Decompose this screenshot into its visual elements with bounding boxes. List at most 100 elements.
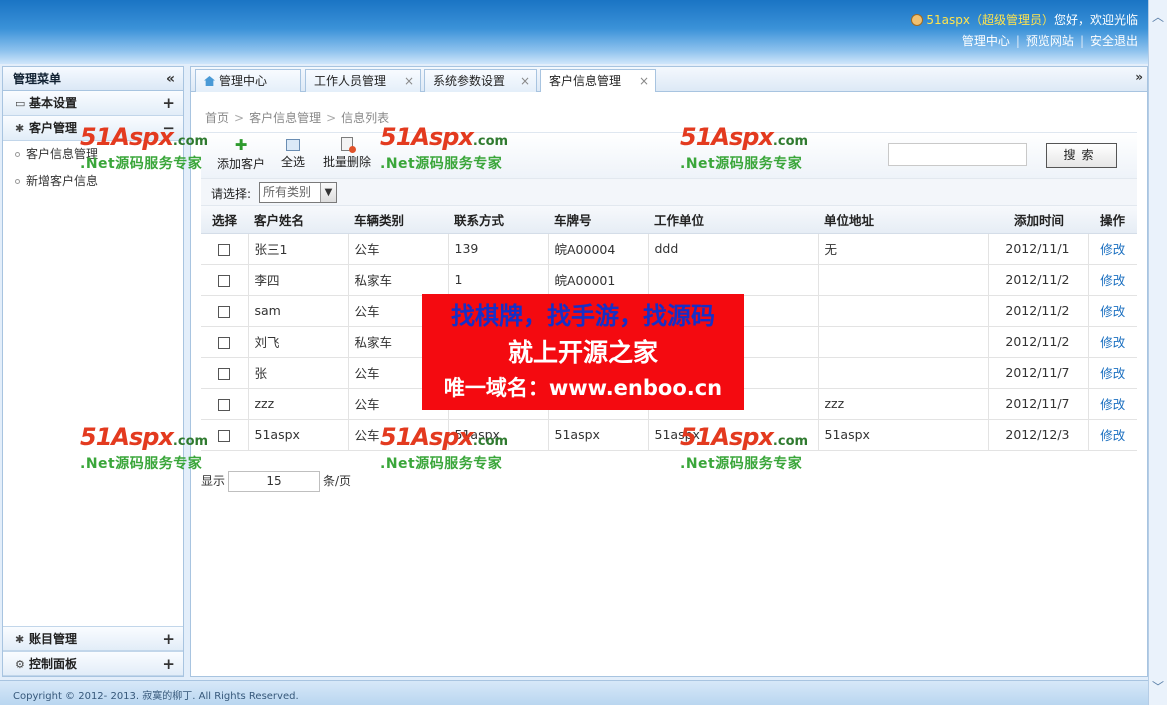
edit-link[interactable]: 修改 <box>1100 397 1125 412</box>
expand-icon[interactable]: + <box>162 652 175 676</box>
promo-line-1: 找棋牌，找手游，找源码 <box>451 302 715 330</box>
add-customer-button[interactable]: ✚ 添加客户 <box>217 137 265 172</box>
cell-address: 51aspx <box>818 419 989 451</box>
gear-icon: ⚙ <box>15 658 25 671</box>
user-role: （超级管理员） <box>969 13 1054 27</box>
sidebar-group-control-panel[interactable]: ⚙ 控制面板 + <box>3 651 183 676</box>
breadcrumb-home[interactable]: 首页 <box>205 111 229 125</box>
col-address: 单位地址 <box>818 206 988 234</box>
sidebar-item-new-customer[interactable]: 新增客户信息 <box>3 168 183 195</box>
copyright-text: Copyright © 2012- 2013. 寂寞的柳丁. All Right… <box>13 691 299 702</box>
cell-vehicle-type: 公车 <box>348 419 449 451</box>
col-select: 选择 <box>201 206 248 234</box>
close-icon[interactable]: × <box>520 70 530 92</box>
category-select[interactable]: 所有类别 ▼ <box>259 182 337 203</box>
scroll-down-icon[interactable]: ﹀ <box>1152 678 1164 695</box>
cell-contact: 139 <box>448 233 549 265</box>
breadcrumb-section[interactable]: 客户信息管理 <box>249 111 321 125</box>
cell-employer <box>648 264 819 296</box>
cell-customer-name: sam <box>248 295 349 327</box>
row-checkbox[interactable] <box>218 243 231 256</box>
cell-customer-name: zzz <box>248 388 349 420</box>
tab-bar: 管理中心 工作人员管理 × 系统参数设置 × 客户信息管理 × » <box>190 66 1148 94</box>
pager: 显示 15 条/页 <box>201 471 351 492</box>
plus-icon: ✚ <box>234 136 248 154</box>
home-icon <box>204 76 215 86</box>
cell-added-time: 2012/11/2 <box>988 326 1089 358</box>
cell-employer: 51aspx <box>648 419 819 451</box>
close-icon[interactable]: × <box>639 70 649 92</box>
admin-center-link[interactable]: 管理中心 <box>962 34 1010 48</box>
edit-link[interactable]: 修改 <box>1100 242 1125 257</box>
cell-added-time: 2012/11/2 <box>988 295 1089 327</box>
search-button[interactable]: 搜索 <box>1046 143 1117 168</box>
row-actions-cell: 修改 <box>1088 295 1137 327</box>
row-select-cell <box>201 326 249 358</box>
page-scrollbar[interactable]: ︿ ﹀ <box>1148 0 1167 705</box>
row-checkbox[interactable] <box>218 367 231 380</box>
tab-customer-info[interactable]: 客户信息管理 × <box>540 69 656 94</box>
row-select-cell <box>201 233 249 265</box>
expand-icon[interactable]: + <box>162 627 175 651</box>
sidebar-title: 管理菜单 « <box>3 67 183 91</box>
page-size-input[interactable]: 15 <box>228 471 321 492</box>
top-header: 51aspx（超级管理员）您好，欢迎光临 管理中心 | 预览网站 | 安全退出 <box>0 0 1148 64</box>
cell-address: zzz <box>818 388 989 420</box>
select-all-icon <box>286 139 300 151</box>
sidebar-item-customer-info[interactable]: 客户信息管理 <box>3 141 183 168</box>
promo-banner: 找棋牌，找手游，找源码 就上开源之家 唯一域名：www.enboo.cn <box>422 294 744 410</box>
edit-link[interactable]: 修改 <box>1100 273 1125 288</box>
tab-admin-center[interactable]: 管理中心 <box>195 69 301 93</box>
row-actions-cell: 修改 <box>1088 326 1137 358</box>
collapse-sidebar-icon[interactable]: « <box>166 67 175 91</box>
sidebar: 管理菜单 « ▭ 基本设置 + ✱ 客户管理 − 客户信息管理 新增客户信息 ✱ 账目… <box>2 66 184 677</box>
promo-line-3: 唯一域名：www.enboo.cn <box>443 376 723 400</box>
cell-contact: 1 <box>448 264 549 296</box>
sidebar-group-customer-management[interactable]: ✱ 客户管理 − <box>3 116 183 141</box>
row-select-cell <box>201 357 249 389</box>
cell-customer-name: 张 <box>248 357 349 389</box>
sidebar-group-accounts[interactable]: ✱ 账目管理 + <box>3 626 183 651</box>
tab-system-params[interactable]: 系统参数设置 × <box>424 69 537 93</box>
row-actions-cell: 修改 <box>1088 419 1137 451</box>
edit-link[interactable]: 修改 <box>1100 304 1125 319</box>
cell-address <box>818 326 989 358</box>
scroll-up-icon[interactable]: ︿ <box>1152 8 1164 25</box>
cell-added-time: 2012/11/7 <box>988 357 1089 389</box>
edit-link[interactable]: 修改 <box>1100 335 1125 350</box>
breadcrumb-current: 信息列表 <box>341 111 390 125</box>
col-plate: 车牌号 <box>548 206 648 234</box>
collapse-icon[interactable]: − <box>162 116 175 140</box>
breadcrumb: 首页 > 客户信息管理 > 信息列表 <box>205 111 390 125</box>
footer: Copyright © 2012- 2013. 寂寞的柳丁. All Right… <box>0 680 1148 705</box>
row-checkbox[interactable] <box>218 398 231 411</box>
row-select-cell <box>201 264 249 296</box>
row-checkbox[interactable] <box>218 305 231 318</box>
cell-contact: 51aspx <box>448 419 549 451</box>
row-checkbox[interactable] <box>218 336 231 349</box>
row-checkbox[interactable] <box>218 429 231 442</box>
expand-icon[interactable]: + <box>162 91 175 115</box>
edit-link[interactable]: 修改 <box>1100 366 1125 381</box>
edit-link[interactable]: 修改 <box>1100 428 1125 443</box>
row-actions-cell: 修改 <box>1088 264 1137 296</box>
filter-label: 请选择: <box>211 187 252 201</box>
filter-bar: 请选择: 所有类别 ▼ <box>201 178 1137 206</box>
preview-site-link[interactable]: 预览网站 <box>1026 34 1074 48</box>
cell-plate: 皖A00001 <box>548 264 649 296</box>
sidebar-group-basic-settings[interactable]: ▭ 基本设置 + <box>3 91 183 116</box>
tab-staff-management[interactable]: 工作人员管理 × <box>305 69 421 93</box>
batch-delete-button[interactable]: 批量删除 <box>323 137 371 170</box>
search-input[interactable] <box>888 143 1027 166</box>
row-checkbox[interactable] <box>218 274 231 287</box>
close-icon[interactable]: × <box>404 70 414 92</box>
tab-list-icon[interactable]: » <box>1135 70 1143 84</box>
user-icon <box>911 14 924 26</box>
table-row: 51aspx 公车 51aspx 51aspx 51aspx 51aspx 2012/12/… <box>201 419 1137 451</box>
col-vehicle-type: 车辆类别 <box>348 206 448 234</box>
cell-address <box>818 357 989 389</box>
cell-added-time: 2012/11/1 <box>988 233 1089 265</box>
logout-link[interactable]: 安全退出 <box>1090 34 1138 48</box>
cell-added-time: 2012/11/7 <box>988 388 1089 420</box>
select-all-button[interactable]: 全选 <box>281 137 305 170</box>
